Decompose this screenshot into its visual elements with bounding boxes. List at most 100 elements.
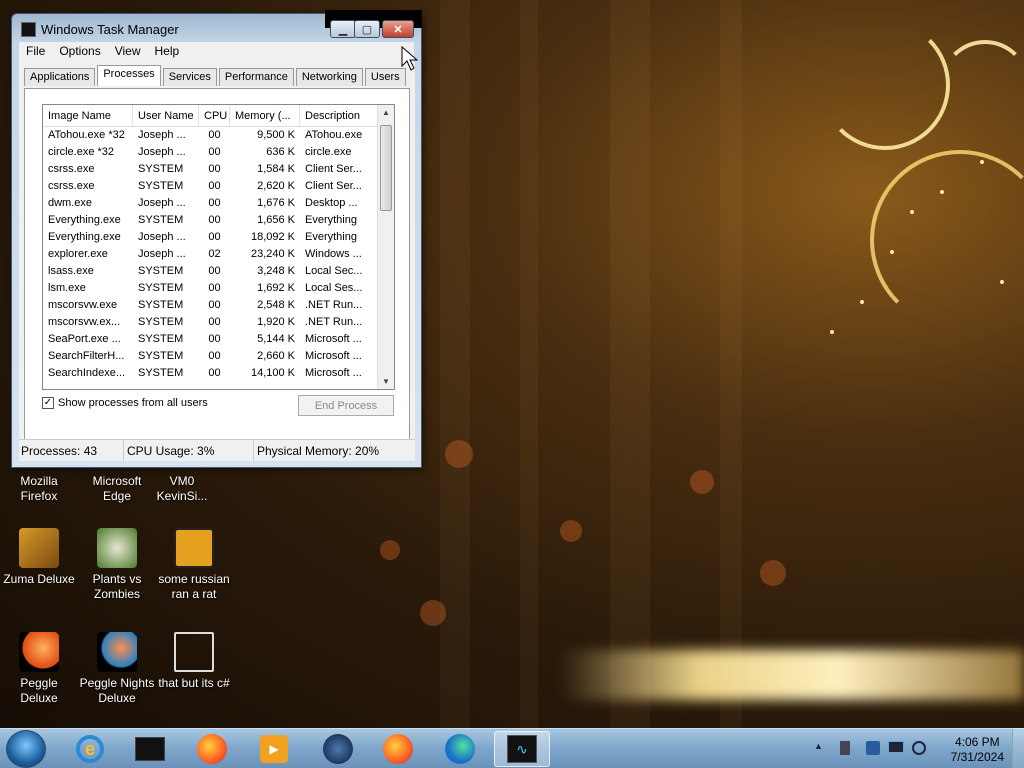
column-memory[interactable]: Memory (... xyxy=(230,105,300,126)
tab-users[interactable]: Users xyxy=(364,68,406,86)
taskbar-firefox-2[interactable] xyxy=(370,731,426,767)
process-user-name: SYSTEM xyxy=(138,350,184,362)
maximize-button[interactable]: ▢ xyxy=(354,20,380,38)
table-row[interactable]: Everything.exe Joseph ... 00 18,092 K Everyt… xyxy=(43,229,394,246)
minimize-button[interactable]: ▁ xyxy=(330,20,356,38)
process-user-name: SYSTEM xyxy=(138,316,184,328)
desktop-icon-zuma[interactable]: Zuma Deluxe xyxy=(0,528,78,587)
table-row[interactable]: ATohou.exe *32 Joseph ... 00 9,500 K ATohou.… xyxy=(43,127,394,144)
desktop-icon-peggle[interactable]: Peggle Deluxe xyxy=(0,632,78,706)
processes-panel: Image Name User Name CPU Memory (... Des… xyxy=(24,88,410,440)
table-row[interactable]: circle.exe *32 Joseph ... 00 636 K circle.ex… xyxy=(43,144,394,161)
scroll-thumb[interactable] xyxy=(380,125,392,211)
list-scrollbar[interactable]: ▲ ▼ xyxy=(377,105,394,389)
menu-file[interactable]: File xyxy=(19,42,52,62)
menu-options[interactable]: Options xyxy=(52,42,107,62)
scroll-down-icon[interactable]: ▼ xyxy=(382,377,390,386)
column-image-name[interactable]: Image Name xyxy=(43,105,133,126)
column-user-name[interactable]: User Name xyxy=(133,105,199,126)
tab-strip: Applications Processes Services Performa… xyxy=(24,65,408,86)
process-memory: 14,100 K xyxy=(250,367,295,379)
tab-performance[interactable]: Performance xyxy=(218,68,294,86)
task-manager-window[interactable]: Windows Task Manager ▁ ▢ ✕ File Options … xyxy=(11,10,422,468)
taskbar-ie[interactable]: e xyxy=(62,731,118,767)
desktop-icon-peggle-nights[interactable]: Peggle Nights Deluxe xyxy=(78,632,156,706)
table-row[interactable]: csrss.exe SYSTEM 00 2,620 K Client Ser... xyxy=(43,178,394,195)
table-row[interactable]: csrss.exe SYSTEM 00 1,584 K Client Ser... xyxy=(43,161,394,178)
desktop-icon-label: Mozilla Firefox xyxy=(20,474,58,503)
process-list[interactable]: Image Name User Name CPU Memory (... Des… xyxy=(42,104,395,390)
clock[interactable]: 4:06 PM 7/31/2024 xyxy=(951,735,1004,765)
table-row[interactable]: dwm.exe Joseph ... 00 1,676 K Desktop ... xyxy=(43,195,394,212)
process-description: Desktop ... xyxy=(305,197,358,209)
process-description: Local Sec... xyxy=(305,265,363,277)
column-cpu[interactable]: CPU xyxy=(199,105,230,126)
process-user-name: Joseph ... xyxy=(138,248,186,260)
taskbar-edge[interactable] xyxy=(432,731,488,767)
desktop-icon-java-app[interactable]: some russian ran a rat xyxy=(155,528,233,602)
process-image-name: mscorsvw.exe xyxy=(48,299,118,311)
process-rows: ATohou.exe *32 Joseph ... 00 9,500 K ATohou.… xyxy=(43,127,394,382)
table-row[interactable]: SeaPort.exe ... SYSTEM 00 5,144 K Microsoft … xyxy=(43,331,394,348)
menu-view[interactable]: View xyxy=(108,42,148,62)
table-row[interactable]: lsass.exe SYSTEM 00 3,248 K Local Sec... xyxy=(43,263,394,280)
peggle-nights-icon xyxy=(97,632,137,672)
process-user-name: SYSTEM xyxy=(138,299,184,311)
taskbar-app-black[interactable] xyxy=(122,731,178,767)
process-user-name: SYSTEM xyxy=(138,214,184,226)
tab-services[interactable]: Services xyxy=(162,68,217,86)
close-button[interactable]: ✕ xyxy=(382,20,414,38)
list-header: Image Name User Name CPU Memory (... Des… xyxy=(43,105,394,127)
column-description[interactable]: Description xyxy=(300,105,378,126)
show-desktop-button[interactable] xyxy=(1012,729,1024,768)
taskbar-globe[interactable] xyxy=(310,731,366,767)
table-row[interactable]: Everything.exe SYSTEM 00 1,656 K Everything xyxy=(43,212,394,229)
desktop-icon-vm0[interactable]: VM0 KevinSi... xyxy=(143,474,221,504)
tray-volume-icon[interactable] xyxy=(912,741,926,755)
tray-network-icon[interactable] xyxy=(888,741,904,753)
start-button[interactable] xyxy=(6,730,46,768)
show-all-users-option[interactable]: ✓ Show processes from all users xyxy=(42,397,208,409)
status-memory: Physical Memory: 20% xyxy=(257,444,380,458)
window-title: Windows Task Manager xyxy=(41,22,179,37)
table-row[interactable]: SearchIndexe... SYSTEM 00 14,100 K Microsoft… xyxy=(43,365,394,382)
taskbar-firefox[interactable] xyxy=(184,731,240,767)
table-row[interactable]: mscorsvw.exe SYSTEM 00 2,548 K .NET Run... xyxy=(43,297,394,314)
tray-device-icon[interactable] xyxy=(840,741,850,755)
taskbar-task-manager[interactable]: ∿ xyxy=(494,731,550,767)
menu-help[interactable]: Help xyxy=(148,42,187,62)
show-all-users-checkbox[interactable]: ✓ xyxy=(42,397,54,409)
tray-expand-icon[interactable]: ▲ xyxy=(814,741,823,751)
process-memory: 23,240 K xyxy=(250,248,295,260)
process-image-name: Everything.exe xyxy=(48,231,121,243)
desktop-icon-firefox[interactable]: Mozilla Firefox xyxy=(0,474,78,504)
taskbar-media[interactable]: ▶ xyxy=(246,731,302,767)
tray-flag-icon[interactable] xyxy=(866,741,880,755)
process-image-name: mscorsvw.ex... xyxy=(48,316,121,328)
tab-applications[interactable]: Applications xyxy=(24,68,96,86)
process-image-name: SearchFilterH... xyxy=(48,350,125,362)
desktop-icon-shortcut[interactable]: that but its c# xyxy=(155,632,233,691)
table-row[interactable]: lsm.exe SYSTEM 00 1,692 K Local Ses... xyxy=(43,280,394,297)
process-image-name: lsm.exe xyxy=(48,282,86,294)
process-memory: 18,092 K xyxy=(250,231,295,243)
desktop-icon-label: that but its c# xyxy=(158,676,230,690)
edge-icon xyxy=(445,734,475,764)
desktop-icon-pvz[interactable]: Plants vs Zombies xyxy=(78,528,156,602)
table-row[interactable]: mscorsvw.ex... SYSTEM 00 1,920 K .NET Run... xyxy=(43,314,394,331)
tab-processes[interactable]: Processes xyxy=(97,65,161,86)
mouse-cursor-icon xyxy=(401,46,419,71)
peggle-icon xyxy=(19,632,59,672)
scroll-up-icon[interactable]: ▲ xyxy=(382,108,390,117)
table-row[interactable]: SearchFilterH... SYSTEM 00 2,660 K Microsoft… xyxy=(43,348,394,365)
title-bar[interactable]: Windows Task Manager ▁ ▢ ✕ xyxy=(12,10,422,42)
table-row[interactable]: explorer.exe Joseph ... 02 23,240 K Windows … xyxy=(43,246,394,263)
process-image-name: Everything.exe xyxy=(48,214,121,226)
pvz-icon xyxy=(97,528,137,568)
process-memory: 2,548 K xyxy=(257,299,295,311)
tab-networking[interactable]: Networking xyxy=(295,68,363,86)
end-process-button[interactable]: End Process xyxy=(298,395,394,416)
process-image-name: csrss.exe xyxy=(48,163,95,175)
process-user-name: Joseph ... xyxy=(138,231,186,243)
process-description: Client Ser... xyxy=(305,180,362,192)
